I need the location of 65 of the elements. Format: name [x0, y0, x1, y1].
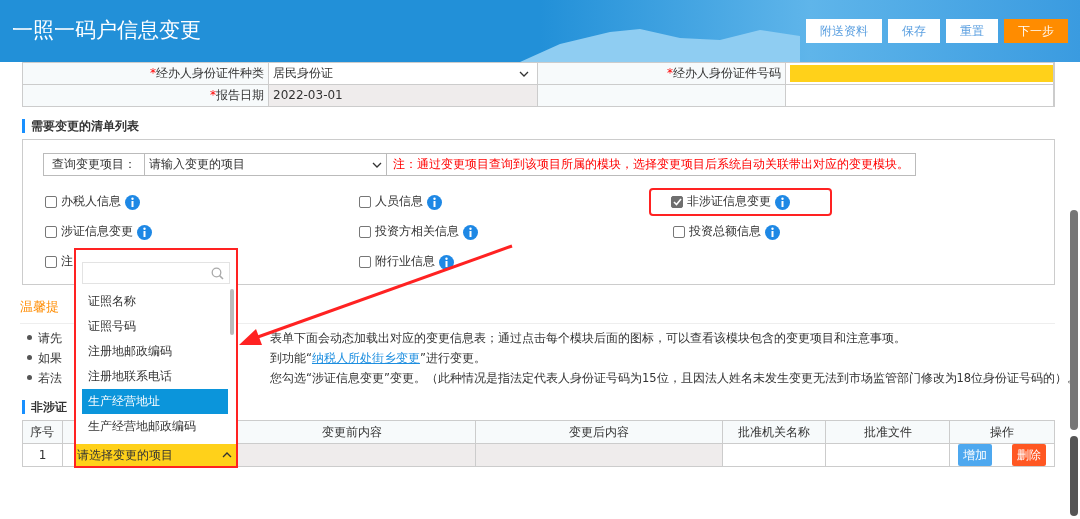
- column-header: 变更后内容: [568, 424, 629, 439]
- note-text: 注：通过变更项目查询到该项目所属的模块，选择变更项目后系统自动关联带出对应的变更模块。: [387, 153, 916, 176]
- column-header: 变更前内容: [321, 424, 382, 439]
- checkbox[interactable]: [359, 196, 371, 208]
- checkbox[interactable]: [45, 226, 57, 238]
- checkbox-label: 投资方相关信息: [375, 223, 459, 241]
- info-icon[interactable]: [125, 194, 140, 210]
- checkbox-label: 投资总额信息: [689, 223, 761, 241]
- checkbox[interactable]: [359, 226, 371, 238]
- input-field[interactable]: [790, 65, 1053, 82]
- info-icon[interactable]: [137, 224, 152, 240]
- column-header: 批准机关名称: [738, 424, 811, 439]
- checkbox[interactable]: [45, 256, 57, 268]
- field-label: *经办人身份证件号码: [667, 66, 781, 80]
- caret-icon: [372, 162, 382, 168]
- bullet-icon: [27, 375, 32, 380]
- link[interactable]: 纳税人所处街乡变更: [311, 350, 420, 365]
- search-field[interactable]: [82, 262, 230, 284]
- dropdown-option[interactable]: 注册地邮政编码: [82, 339, 228, 364]
- checkbox-label: 注: [61, 253, 73, 271]
- column-header: 序号: [30, 424, 55, 439]
- info-icon[interactable]: [439, 254, 454, 270]
- tip-text: 请先: [38, 329, 62, 347]
- field-label: *经办人身份证件种类: [150, 66, 264, 80]
- checkbox[interactable]: [45, 196, 57, 208]
- tip-text: 若法: [38, 369, 62, 387]
- search-icon: [211, 266, 224, 280]
- info-icon[interactable]: [427, 194, 442, 210]
- section-title: 非涉证: [22, 399, 67, 414]
- checkbox[interactable]: [359, 256, 371, 268]
- info-icon[interactable]: [765, 224, 780, 240]
- column-header: 批准文件: [863, 424, 912, 439]
- checkbox-label: 非涉证信息变更: [687, 193, 771, 211]
- scrollbar-thumb[interactable]: [1070, 436, 1078, 516]
- query-label: 查询变更项目：: [43, 153, 145, 176]
- dropdown-option[interactable]: 注册地联系电话: [82, 364, 228, 389]
- info-icon[interactable]: [775, 194, 790, 210]
- caret-icon: [222, 452, 232, 458]
- tips-title: 温馨提: [20, 298, 59, 316]
- column-header: 操作: [990, 424, 1014, 439]
- caret-icon: [519, 71, 529, 77]
- bullet-icon: [27, 335, 32, 340]
- checkbox-label: 办税人信息: [61, 193, 121, 211]
- tip-text: 表单下面会动态加载出对应的变更信息表；通过点击每个模块后面的图标，可以查看该模块包含的变更项目和注意事项。: [270, 329, 906, 347]
- field-label: *报告日期: [210, 88, 264, 102]
- dropdown-option[interactable]: 生产经营地邮政编码: [82, 414, 228, 439]
- info-icon[interactable]: [463, 224, 478, 240]
- dropdown-option[interactable]: 证照号码: [82, 314, 228, 339]
- tip-text: 如果: [38, 349, 62, 367]
- tip-text: 到功能“纳税人所处街乡变更”进行变更。: [270, 349, 486, 367]
- input-field[interactable]: 2022-03-01: [269, 85, 538, 106]
- row-number: 1: [38, 447, 47, 462]
- page-title: 一照一码户信息变更: [11, 17, 201, 45]
- dropdown-option[interactable]: 证照名称: [82, 289, 228, 314]
- checkbox-label: 涉证信息变更: [61, 223, 133, 241]
- scrollbar-thumb[interactable]: [1070, 210, 1078, 430]
- scrollbar-thumb[interactable]: [230, 289, 234, 335]
- select-field[interactable]: 请选择变更的项目: [76, 444, 236, 466]
- checkbox-label: 人员信息: [375, 193, 423, 211]
- section-title: 需要变更的清单列表: [22, 119, 139, 133]
- checkbox[interactable]: [673, 226, 685, 238]
- checkbox-label: 附行业信息: [375, 253, 435, 271]
- bullet-icon: [27, 355, 32, 360]
- checkbox[interactable]: [671, 196, 683, 208]
- query-select[interactable]: 请输入变更的项目: [145, 153, 387, 176]
